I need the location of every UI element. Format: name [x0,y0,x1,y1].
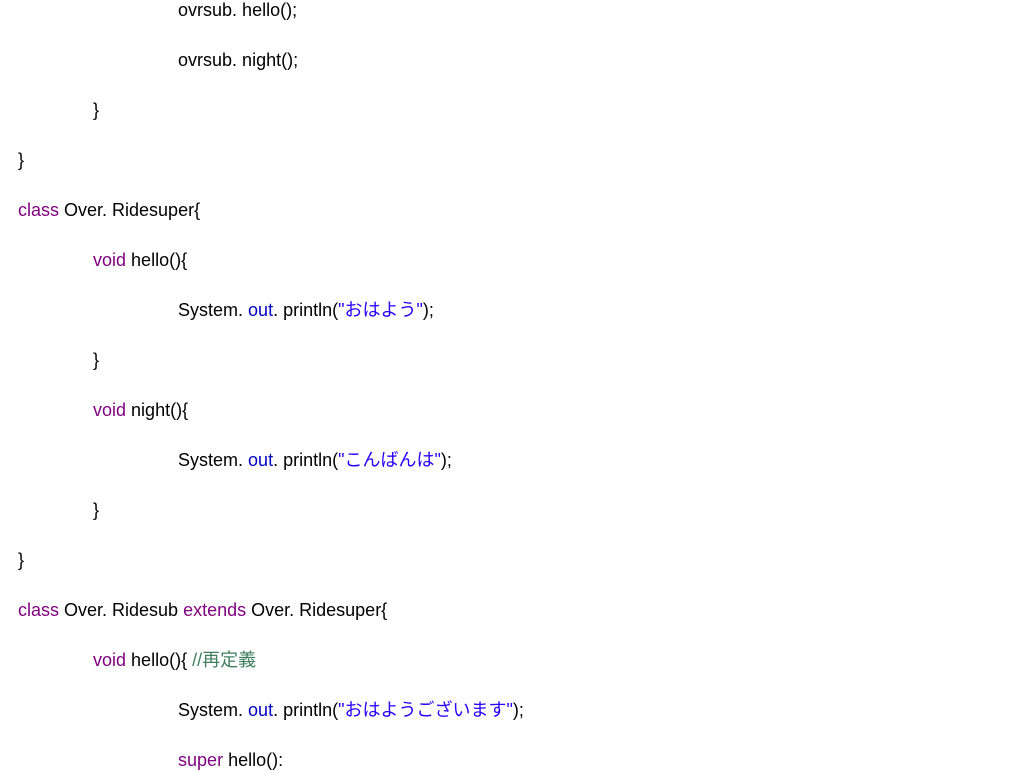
blank-line [18,672,1006,700]
indent [18,350,93,370]
code-line: } [18,150,1006,172]
code-text: ovrsub. hello(); [178,0,297,20]
code-text: . println( [273,300,338,320]
code-line: class Over. Ridesuper{ [18,200,1006,222]
code-text: } [18,150,24,170]
blank-line [18,572,1006,600]
blank-line [18,372,1006,400]
code-line: System. out. println("こんばんは"); [18,450,1006,472]
blank-line [18,722,1006,750]
code-text: hello(){ [126,650,192,670]
keyword-super: super [178,750,223,770]
indent [18,400,93,420]
field-out: out [248,300,273,320]
code-line: void hello(){ //再定義 [18,650,1006,672]
keyword-void: void [93,650,126,670]
string-literal: "こんばんは" [338,450,441,470]
blank-line [18,222,1006,250]
code-text: System. [178,450,248,470]
keyword-void: void [93,400,126,420]
field-out: out [248,700,273,720]
code-block: ovrsub. hello(); ovrsub. night(); } } cl… [0,0,1024,772]
code-text: ); [513,700,524,720]
indent [18,300,178,320]
code-text: night(){ [126,400,188,420]
blank-line [18,322,1006,350]
keyword-extends: extends [183,600,246,620]
code-text: Over. Ridesub [59,600,183,620]
code-text: ); [441,450,452,470]
blank-line [18,272,1006,300]
indent [18,250,93,270]
code-line: ovrsub. night(); [18,50,1006,72]
code-text: ovrsub. night(); [178,50,298,70]
code-line: } [18,100,1006,122]
code-line: void night(){ [18,400,1006,422]
blank-line [18,22,1006,50]
code-line: System. out. println("おはようございます"); [18,700,1006,722]
indent [18,100,93,120]
code-text: } [93,350,99,370]
code-line: } [18,350,1006,372]
keyword-class: class [18,200,59,220]
blank-line [18,422,1006,450]
code-text: System. [178,300,248,320]
blank-line [18,122,1006,150]
indent [18,650,93,670]
code-text: } [18,550,24,570]
indent [18,50,178,70]
indent [18,0,178,20]
indent [18,750,178,770]
comment: //再定義 [192,650,256,670]
code-text: . println( [273,700,338,720]
code-line: } [18,500,1006,522]
blank-line [18,522,1006,550]
code-line: super hello(): [18,750,1006,772]
keyword-class: class [18,600,59,620]
blank-line [18,72,1006,100]
field-out: out [248,450,273,470]
code-text: System. [178,700,248,720]
code-line: class Over. Ridesub extends Over. Ridesu… [18,600,1006,622]
code-text: ); [423,300,434,320]
blank-line [18,172,1006,200]
blank-line [18,622,1006,650]
code-text: } [93,100,99,120]
code-line: } [18,550,1006,572]
code-text: Over. Ridesuper{ [246,600,387,620]
code-line: void hello(){ [18,250,1006,272]
code-text: . println( [273,450,338,470]
code-text: Over. Ridesuper{ [59,200,200,220]
indent [18,450,178,470]
code-text: hello(){ [126,250,187,270]
string-literal: "おはよう" [338,300,423,320]
indent [18,700,178,720]
code-line: System. out. println("おはよう"); [18,300,1006,322]
code-text: hello(): [223,750,283,770]
code-line: ovrsub. hello(); [18,0,1006,22]
keyword-void: void [93,250,126,270]
blank-line [18,472,1006,500]
string-literal: "おはようございます" [338,700,513,720]
code-text: } [93,500,99,520]
indent [18,500,93,520]
